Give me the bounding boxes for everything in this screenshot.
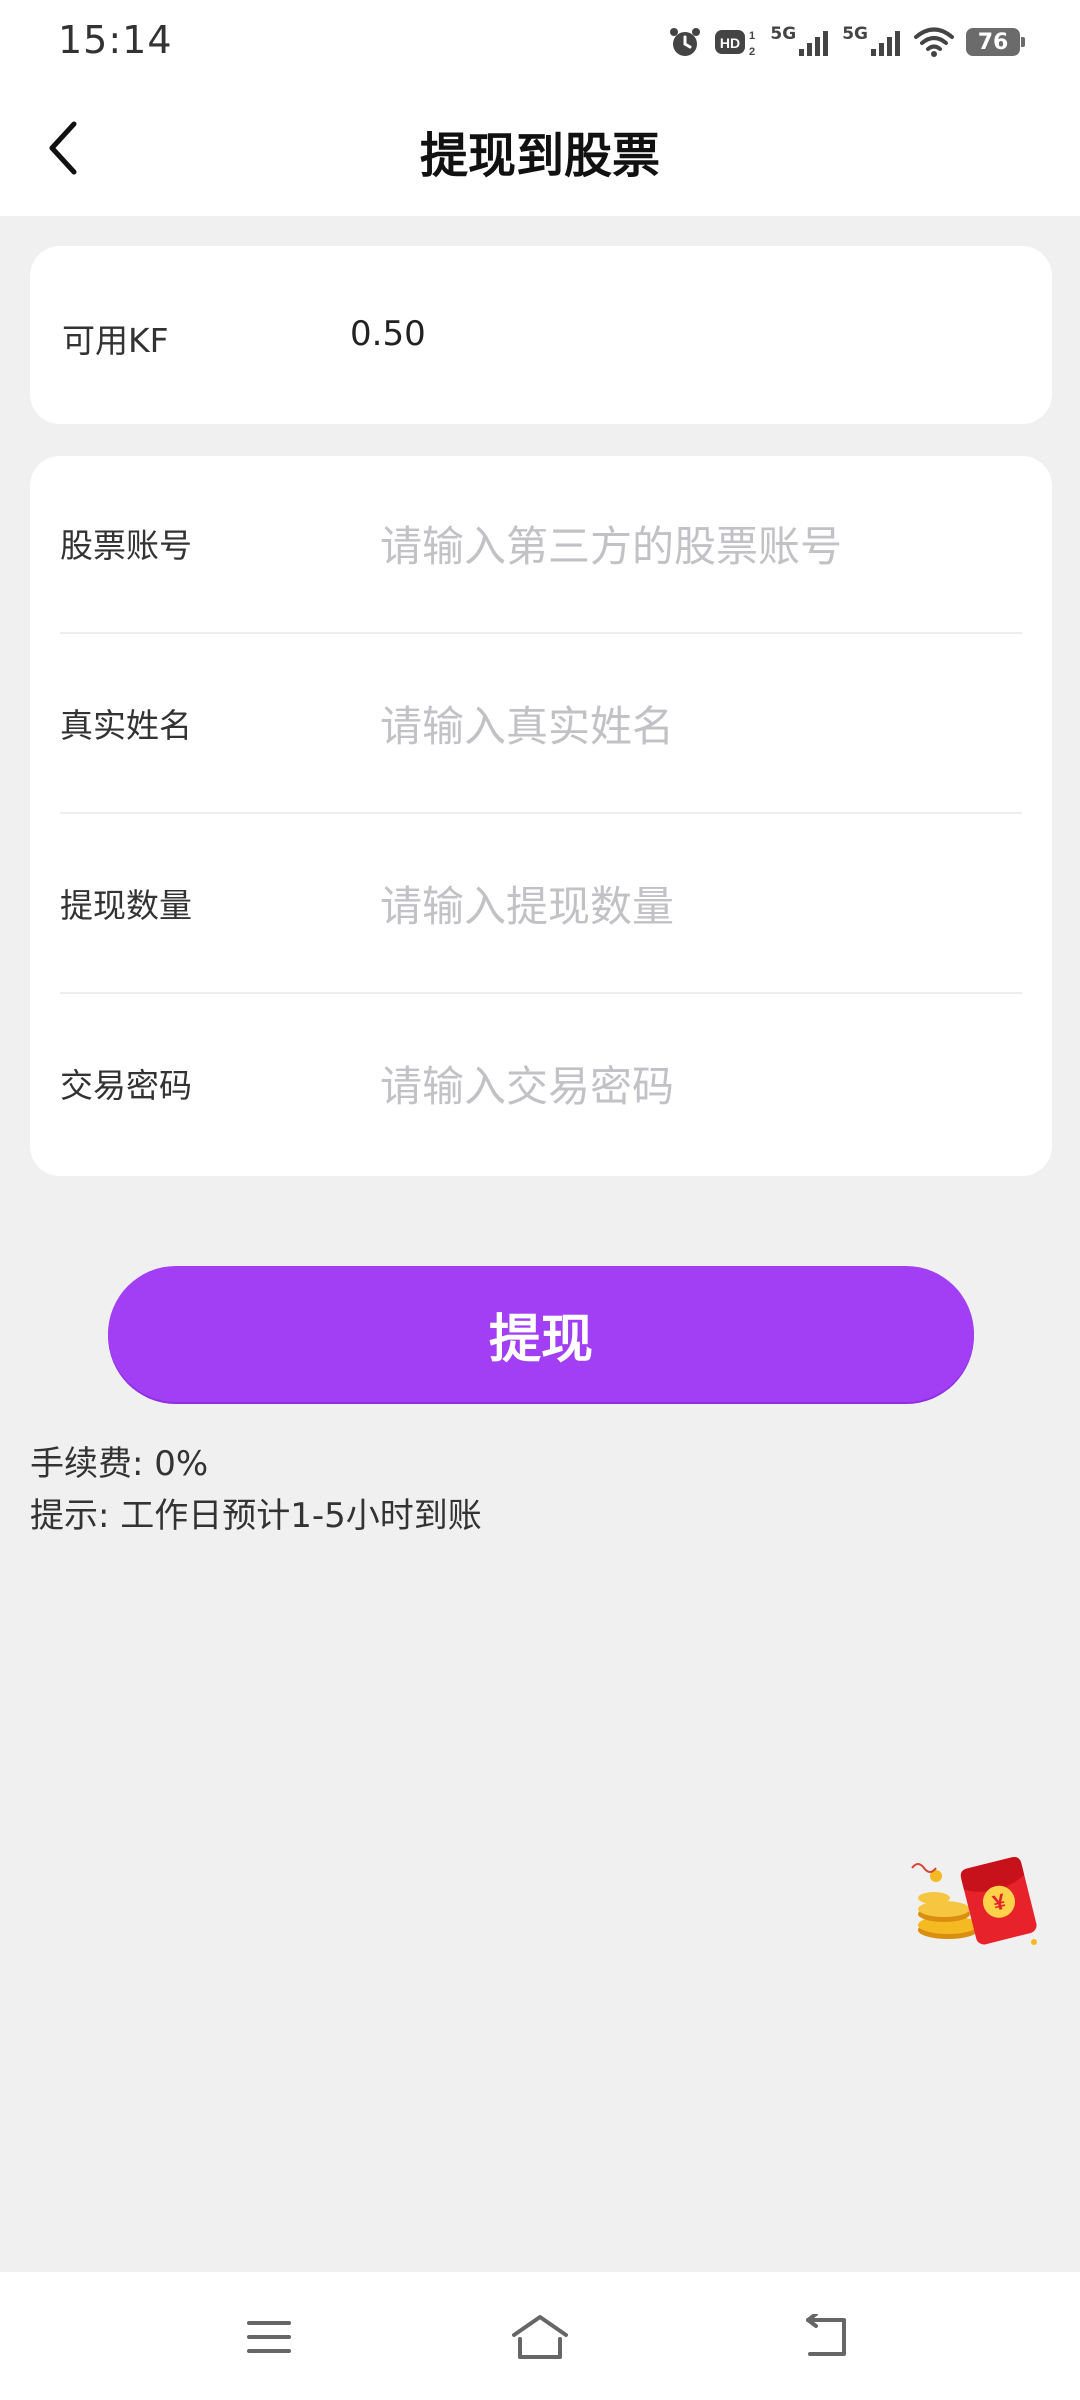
menu-icon[interactable] [234,2302,304,2372]
stock-account-label: 股票账号 [60,526,192,565]
header: 提现到股票 [0,84,1080,216]
divider [60,812,1022,814]
amount-label: 提现数量 [60,886,192,925]
svg-text:1: 1 [749,30,755,42]
form-row-stock-account: 股票账号 [60,456,1022,636]
divider [60,632,1022,634]
form-row-amount: 提现数量 [60,816,1022,996]
signal-5g-icon: 5G [770,24,830,57]
balance-card: 可用KF 0.50 [30,246,1052,424]
real-name-input[interactable] [380,686,1000,766]
wifi-icon [914,26,954,58]
status-icons: HD 1 2 5G 5G 76 [668,22,1025,62]
signal-label: 5G [770,24,797,44]
status-bar: 15:14 HD 1 2 5G 5G 76 [0,0,1080,84]
svg-text:2: 2 [749,46,755,58]
signal-5g-icon: 5G [842,24,902,57]
form-row-trade-password: 交易密码 [60,996,1022,1176]
hd-call-icon: HD 1 2 [714,25,758,59]
balance-label: 可用KF [62,321,169,360]
tip-text: 提示: 工作日预计1-5小时到账 [30,1496,482,1536]
back-icon[interactable] [790,2302,860,2372]
fee-text: 手续费: 0% [30,1444,209,1484]
trade-password-label: 交易密码 [60,1066,192,1105]
home-icon[interactable] [505,2302,575,2372]
withdraw-button[interactable]: 提现 [108,1266,974,1402]
divider [60,992,1022,994]
system-nav-bar [0,2272,1080,2400]
svg-text:HD: HD [720,35,740,51]
red-packet-icon[interactable]: ¥ [906,1846,1046,1956]
signal-label: 5G [842,24,868,44]
battery-indicator: 76 [966,28,1025,56]
page-title: 提现到股票 [419,128,660,184]
trade-password-input[interactable] [380,1046,1000,1126]
real-name-label: 真实姓名 [60,706,192,745]
amount-input[interactable] [380,866,1000,946]
withdraw-form: 股票账号 真实姓名 提现数量 交易密码 [30,456,1052,1176]
status-time: 15:14 [58,18,173,62]
form-row-real-name: 真实姓名 [60,636,1022,816]
balance-value: 0.50 [350,314,426,354]
stock-account-input[interactable] [380,506,1000,586]
alarm-icon [668,25,702,59]
